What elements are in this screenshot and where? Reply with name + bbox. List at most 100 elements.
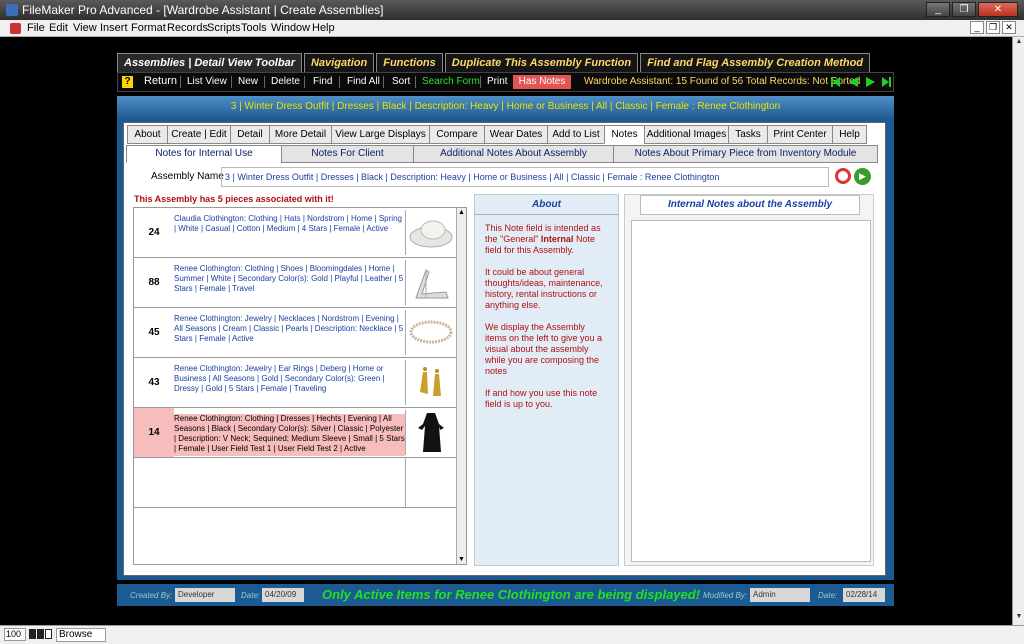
piece-description: Renee Clothington: Clothing | Shoes | Bl… — [174, 264, 404, 293]
first-record-icon[interactable] — [831, 77, 840, 87]
maximize-button[interactable]: ❐ — [952, 2, 976, 17]
has-notes-button[interactable]: Has Notes — [513, 75, 571, 89]
panel-tab-compare[interactable]: Compare — [429, 125, 484, 144]
menu-bar: File Edit View Insert Format Records Scr… — [0, 20, 1024, 37]
piece-row[interactable]: 43 Renee Clothington: Jewelry | Ear Ring… — [134, 358, 457, 408]
menu-view[interactable]: View — [73, 22, 97, 34]
sort-button[interactable]: Sort — [392, 76, 410, 87]
piece-number: 43 — [148, 377, 160, 388]
tab-duplicate-assembly[interactable]: Duplicate This Assembly Function — [444, 53, 639, 72]
panel-tab-tasks[interactable]: Tasks — [728, 125, 767, 144]
list-view-button[interactable]: List View — [187, 76, 227, 87]
window-scroll-down-icon[interactable]: ▼ — [1014, 613, 1024, 624]
assembly-pieces-portal[interactable]: 24 Claudia Clothington: Clothing | Hats … — [133, 207, 467, 565]
search-form-button[interactable]: Search Form — [422, 76, 480, 87]
internal-notes-panel: Internal Notes about the Assembly — [624, 194, 874, 566]
return-button[interactable]: Return — [144, 75, 177, 87]
subtab-primary-piece-notes[interactable]: Notes About Primary Piece from Inventory… — [613, 145, 878, 163]
about-p2: It could be about general thoughts/ideas… — [485, 267, 603, 310]
toolbar-divider — [264, 76, 265, 88]
menu-tools[interactable]: Tools — [241, 22, 267, 34]
lifebuoy-help-icon[interactable] — [835, 168, 851, 184]
empty-thumbnail — [405, 458, 455, 507]
menu-file[interactable]: File — [27, 22, 45, 34]
panel-tab-additional-images[interactable]: Additional Images — [644, 125, 728, 144]
panel-tab-more-detail[interactable]: More Detail — [269, 125, 331, 144]
subtab-internal-notes[interactable]: Notes for Internal Use — [126, 145, 281, 163]
subtab-additional-notes[interactable]: Additional Notes About Assembly — [413, 145, 613, 163]
assembly-name-field[interactable]: 3 | Winter Dress Outfit | Dresses | Blac… — [221, 167, 829, 187]
last-record-icon[interactable] — [882, 77, 891, 87]
panel-tab-wear-dates[interactable]: Wear Dates — [484, 125, 547, 144]
piece-description: Renee Clothington: Jewelry | Necklaces |… — [174, 314, 404, 343]
previous-record-icon[interactable] — [849, 77, 858, 87]
tab-functions[interactable]: Functions — [376, 53, 443, 72]
panel-tab-add-to-list[interactable]: Add to List — [547, 125, 604, 144]
print-button[interactable]: Print — [487, 76, 508, 87]
piece-row[interactable]: 45 Renee Clothington: Jewelry | Necklace… — [134, 308, 457, 358]
tab-navigation[interactable]: Navigation — [303, 53, 375, 72]
modified-by-field: Admin — [750, 588, 810, 602]
status-toolbar-toggle-icon[interactable] — [45, 629, 52, 639]
scroll-down-icon[interactable]: ▼ — [458, 556, 465, 563]
piece-row[interactable]: 24 Claudia Clothington: Clothing | Hats … — [134, 208, 457, 258]
menu-records[interactable]: Records — [167, 22, 208, 34]
modified-date-field: 02/28/14 — [843, 588, 885, 602]
close-button[interactable]: ✕ — [978, 2, 1018, 17]
panel-tab-notes[interactable]: Notes — [604, 125, 644, 144]
panel-tab-create-edit[interactable]: Create | Edit — [167, 125, 230, 144]
doc-restore-button[interactable]: ❐ — [986, 21, 1000, 34]
window-titlebar: FileMaker Pro Advanced - [Wardrobe Assis… — [0, 0, 1024, 20]
tab-detail-view-toolbar[interactable]: Assemblies | Detail View Toolbar — [117, 53, 302, 72]
toolbar-divider — [480, 76, 481, 88]
record-toolbar: ? Return List View New Delete Find Find … — [117, 72, 894, 92]
doc-close-button[interactable]: ✕ — [1002, 21, 1016, 34]
piece-row-selected[interactable]: 14 Renee Clothington: Clothing | Dresses… — [134, 408, 457, 458]
empty-piece-row[interactable] — [134, 458, 457, 508]
new-button[interactable]: New — [238, 76, 258, 87]
panel-tab-help[interactable]: Help — [832, 125, 867, 144]
window-scroll-up-icon[interactable]: ▲ — [1014, 38, 1024, 49]
find-all-button[interactable]: Find All — [347, 76, 380, 87]
menu-insert[interactable]: Insert — [100, 22, 128, 34]
scroll-up-icon[interactable]: ▲ — [458, 209, 465, 216]
menu-edit[interactable]: Edit — [49, 22, 68, 34]
toolbar-divider — [383, 76, 384, 88]
about-header: About — [475, 195, 618, 215]
window-scrollbar[interactable]: ▲ ▼ — [1012, 37, 1024, 625]
help-icon[interactable]: ? — [122, 76, 133, 88]
toolbar-divider — [180, 76, 181, 88]
subtab-client-notes[interactable]: Notes For Client — [281, 145, 413, 163]
find-button[interactable]: Find — [313, 76, 332, 87]
panel-tab-view-large-displays[interactable]: View Large Displays — [331, 125, 429, 144]
zoom-level[interactable]: 100 — [4, 628, 26, 641]
portal-scrollbar[interactable]: ▲ ▼ — [456, 208, 466, 564]
modified-date-label: Date: — [818, 591, 838, 600]
menu-help[interactable]: Help — [312, 22, 335, 34]
delete-button[interactable]: Delete — [271, 76, 300, 87]
zoom-in-icon[interactable] — [37, 629, 44, 639]
about-p4: If and how you use this note field is up… — [485, 388, 598, 409]
about-p3: We display the Assembly items on the lef… — [485, 322, 603, 376]
panel-tab-about[interactable]: About — [127, 125, 167, 144]
doc-minimize-button[interactable]: _ — [970, 21, 984, 34]
internal-notes-field[interactable] — [631, 220, 871, 562]
minimize-button[interactable]: _ — [926, 2, 950, 17]
panel-tab-print-center[interactable]: Print Center — [767, 125, 832, 144]
menu-scripts[interactable]: Scripts — [207, 22, 241, 34]
panel-tab-detail[interactable]: Detail — [230, 125, 269, 144]
about-notes-panel: About This Note field is intended as the… — [474, 194, 619, 566]
zoom-out-icon[interactable] — [29, 629, 36, 639]
tab-find-and-flag[interactable]: Find and Flag Assembly Creation Method — [640, 53, 871, 72]
created-date-label: Date: — [241, 591, 261, 600]
piece-description: Renee Clothington: Jewelry | Ear Rings |… — [174, 364, 385, 393]
piece-number: 88 — [148, 277, 160, 288]
notes-card: About Create | Edit Detail More Detail V… — [123, 122, 886, 576]
mode-selector[interactable]: Browse — [56, 628, 106, 642]
next-record-icon[interactable] — [866, 77, 875, 87]
piece-row[interactable]: 88 Renee Clothington: Clothing | Shoes |… — [134, 258, 457, 308]
menu-window[interactable]: Window — [271, 22, 310, 34]
menu-format[interactable]: Format — [131, 22, 166, 34]
document-icon[interactable] — [10, 23, 21, 34]
go-arrow-icon[interactable]: ▶ — [854, 168, 871, 185]
